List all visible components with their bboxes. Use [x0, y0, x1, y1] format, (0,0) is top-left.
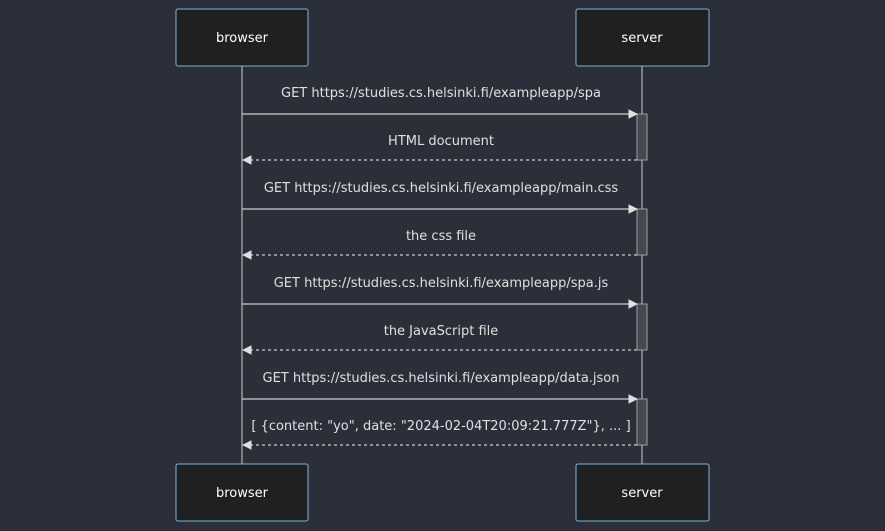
actor-server-bottom: server	[575, 463, 710, 522]
activation-bar	[636, 398, 648, 446]
message-label: [ {content: "yo", date: "2024-02-04T20:0…	[251, 419, 630, 434]
message: the css file	[242, 229, 637, 260]
actor-label: browser	[216, 486, 269, 501]
message-label: GET https://studies.cs.helsinki.fi/examp…	[264, 181, 619, 196]
message: GET https://studies.cs.helsinki.fi/examp…	[242, 86, 638, 119]
message: GET https://studies.cs.helsinki.fi/examp…	[242, 181, 638, 214]
actor-label: server	[621, 31, 663, 46]
message-label: the css file	[406, 229, 476, 244]
message: GET https://studies.cs.helsinki.fi/examp…	[242, 371, 638, 404]
activation-bar	[636, 208, 648, 256]
message: the JavaScript file	[242, 324, 637, 355]
actor-label: server	[621, 486, 663, 501]
actor-server-top: server	[575, 8, 710, 67]
message: HTML document	[242, 134, 637, 165]
activation-bar	[636, 113, 648, 161]
message: GET https://studies.cs.helsinki.fi/examp…	[242, 276, 638, 309]
actor-label: browser	[216, 31, 269, 46]
message-label: GET https://studies.cs.helsinki.fi/examp…	[263, 371, 620, 386]
message-label: GET https://studies.cs.helsinki.fi/examp…	[274, 276, 609, 291]
message: [ {content: "yo", date: "2024-02-04T20:0…	[242, 419, 637, 450]
sequence-diagram: browser server browser server GET https:…	[175, 8, 710, 522]
activation-bar	[636, 303, 648, 351]
message-label: GET https://studies.cs.helsinki.fi/examp…	[281, 86, 601, 101]
actor-browser-top: browser	[175, 8, 309, 67]
message-label: the JavaScript file	[384, 324, 499, 339]
message-label: HTML document	[388, 134, 494, 149]
actor-browser-bottom: browser	[175, 463, 309, 522]
